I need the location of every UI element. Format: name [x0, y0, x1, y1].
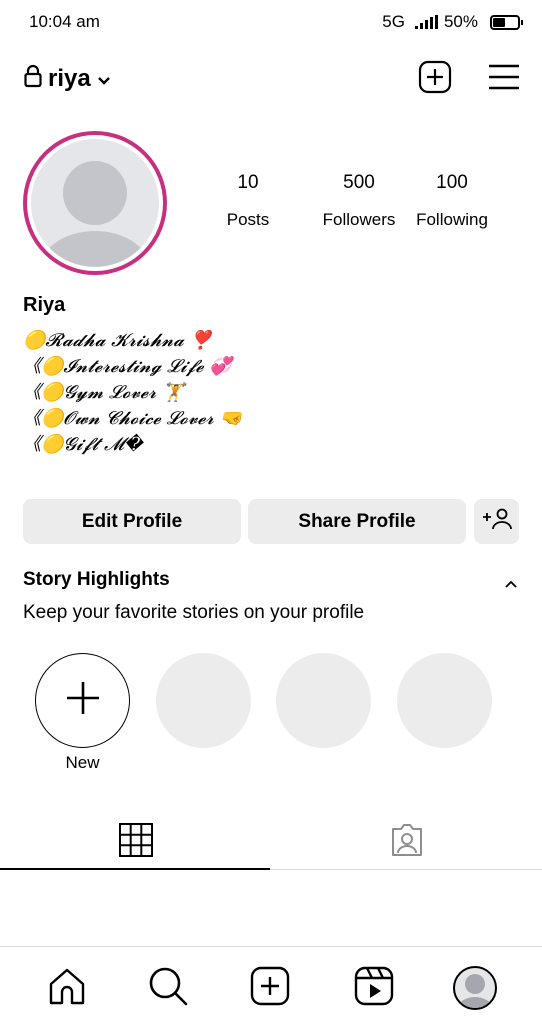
- edit-profile-button[interactable]: Edit Profile: [23, 499, 241, 544]
- stat-count: 500: [343, 172, 375, 193]
- avatar-placeholder-icon: [457, 974, 493, 1008]
- bio-line: 《🟡𝓞𝔀𝓷 𝓒𝓱𝓸𝓲𝓬𝓮 𝓛𝓸𝓿𝓮𝓻 🤜: [23, 408, 242, 429]
- grid-icon: [118, 822, 154, 863]
- status-bar: 10:04 am 5G 50%: [0, 0, 542, 44]
- stat-count: 10: [237, 172, 259, 193]
- bio-line: 《🟡𝓘𝓷𝓽𝓮𝓻𝓮𝓼𝓽𝓲𝓷𝓰 𝓛𝓲𝓯𝓮 💞: [23, 356, 232, 377]
- profile-avatar: [31, 139, 159, 267]
- stat-following[interactable]: 100 Following: [407, 172, 497, 230]
- highlights-title: Story Highlights: [23, 569, 170, 590]
- chevron-up-icon[interactable]: [504, 576, 518, 594]
- lock-icon: [24, 64, 42, 95]
- nav-home[interactable]: [44, 965, 90, 1011]
- status-time: 10:04 am: [29, 12, 100, 31]
- create-icon: [250, 966, 290, 1011]
- profile-stats: 10 Posts 500 Followers 100 Following: [212, 172, 497, 230]
- bio-line: 《🟡𝓖𝔂𝓶 𝓛𝓸𝓿𝓮𝓻 🏋️: [23, 382, 185, 403]
- stat-posts[interactable]: 10 Posts: [212, 172, 284, 230]
- status-right: 5G 50%: [382, 12, 523, 32]
- bottom-nav: [0, 947, 542, 1024]
- profile-avatar-ring[interactable]: [23, 131, 167, 275]
- active-tab-indicator: [0, 868, 270, 870]
- reels-icon: [354, 966, 394, 1011]
- battery-icon: [490, 14, 523, 30]
- bio: 🟡𝓡𝓪𝓭𝓱𝓪 𝓚𝓻𝓲𝓼𝓱𝓷𝓪 ❣️ 《🟡𝓘𝓷𝓽𝓮𝓻𝓮𝓼𝓽𝓲𝓷𝓰 𝓛𝓲𝓯𝓮 💞 《…: [23, 328, 242, 458]
- bio-line: 《🟡𝓖𝓲𝓯𝓽 𝓜�: [23, 434, 143, 455]
- stat-label: Followers: [322, 210, 396, 229]
- nav-reels[interactable]: [351, 965, 397, 1011]
- highlights-subtitle: Keep your favorite stories on your profi…: [23, 602, 365, 623]
- home-icon: [47, 966, 87, 1011]
- discover-people-button[interactable]: [474, 499, 519, 544]
- stat-label: Following: [416, 210, 488, 229]
- search-icon: [148, 966, 188, 1011]
- account-switcher[interactable]: riya: [24, 64, 111, 95]
- profile-avatar: [453, 966, 497, 1010]
- signal-icon: [414, 15, 438, 29]
- username: riya: [48, 65, 91, 92]
- header-actions: [418, 60, 520, 99]
- tab-tagged[interactable]: [271, 815, 542, 869]
- add-post-icon[interactable]: [418, 60, 452, 99]
- stat-followers[interactable]: 500 Followers: [311, 172, 407, 230]
- tagged-icon: [389, 822, 425, 863]
- new-highlight-button[interactable]: [35, 653, 130, 748]
- menu-icon[interactable]: [488, 63, 520, 96]
- stat-label: Posts: [226, 210, 270, 229]
- add-person-icon: [482, 508, 512, 536]
- battery-label: 50%: [443, 12, 478, 31]
- highlight-placeholder: [397, 653, 492, 748]
- highlight-placeholder: [276, 653, 371, 748]
- chevron-down-icon: [97, 65, 111, 93]
- nav-profile[interactable]: [452, 965, 498, 1011]
- bio-line: 🟡𝓡𝓪𝓭𝓱𝓪 𝓚𝓻𝓲𝓼𝓱𝓷𝓪 ❣️: [23, 330, 213, 351]
- tab-posts-grid[interactable]: [0, 815, 271, 869]
- share-profile-button[interactable]: Share Profile: [248, 499, 466, 544]
- new-highlight-label: New: [65, 753, 100, 772]
- nav-create[interactable]: [247, 965, 293, 1011]
- display-name: Riya: [23, 294, 66, 316]
- highlight-placeholder: [156, 653, 251, 748]
- network-label: 5G: [382, 12, 405, 31]
- avatar-placeholder-icon: [39, 161, 151, 267]
- profile-header: riya: [0, 56, 542, 102]
- nav-search[interactable]: [145, 965, 191, 1011]
- plus-icon: [65, 680, 101, 721]
- stat-count: 100: [436, 172, 468, 193]
